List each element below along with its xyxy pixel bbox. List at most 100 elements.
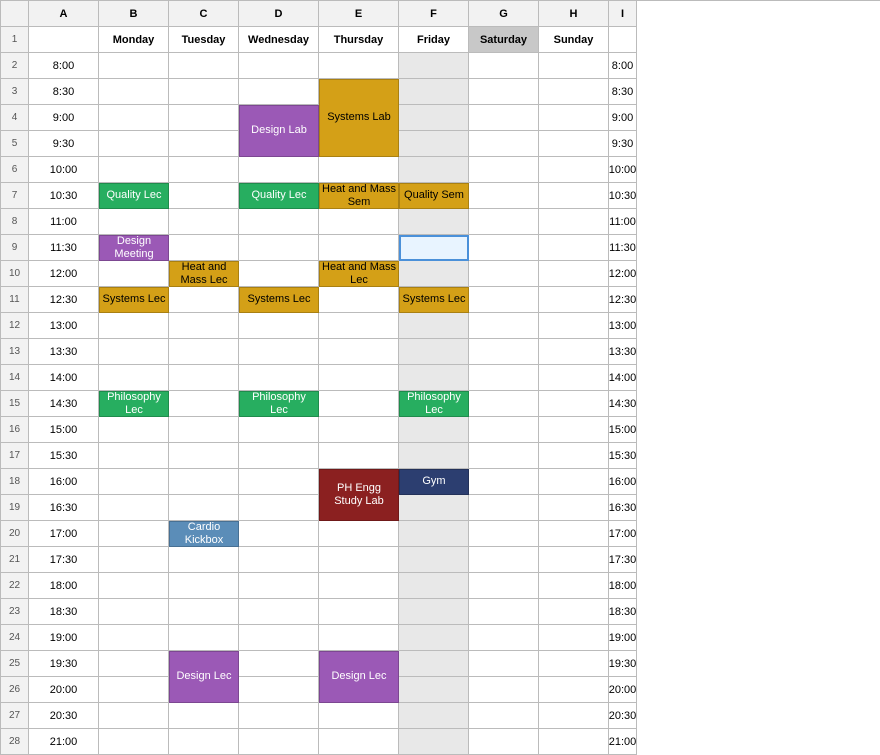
cell-H6[interactable]	[469, 157, 539, 183]
cell-I10[interactable]	[539, 261, 609, 287]
cell-G20[interactable]	[399, 521, 469, 547]
cell-D5[interactable]	[169, 131, 239, 157]
cell-I22[interactable]	[539, 573, 609, 599]
cell-I19[interactable]	[539, 495, 609, 521]
cell-H8[interactable]	[469, 209, 539, 235]
cell-H13[interactable]	[469, 339, 539, 365]
cell-E18[interactable]	[239, 469, 319, 495]
cell-H26[interactable]	[469, 677, 539, 703]
cell-E26[interactable]	[239, 677, 319, 703]
cell-H10[interactable]	[469, 261, 539, 287]
cell-D15[interactable]	[169, 391, 239, 417]
cell-H14[interactable]	[469, 365, 539, 391]
cell-D19[interactable]	[169, 495, 239, 521]
event-heat-and-mass-sem-E[interactable]: Heat and Mass Sem	[319, 183, 399, 209]
cell-C23[interactable]	[99, 599, 169, 625]
cell-G21[interactable]	[399, 547, 469, 573]
cell-I7[interactable]	[539, 183, 609, 209]
cell-G26[interactable]	[399, 677, 469, 703]
cell-D2[interactable]	[169, 53, 239, 79]
cell-C27[interactable]	[99, 703, 169, 729]
cell-G2[interactable]	[399, 53, 469, 79]
cell-D4[interactable]	[169, 105, 239, 131]
cell-H27[interactable]	[469, 703, 539, 729]
cell-F22[interactable]	[319, 573, 399, 599]
cell-G27[interactable]	[399, 703, 469, 729]
cell-I12[interactable]	[539, 313, 609, 339]
event-heat-and-mass-lec-E[interactable]: Heat and Mass Lec	[319, 261, 399, 287]
cell-E3[interactable]	[239, 79, 319, 105]
cell-I24[interactable]	[539, 625, 609, 651]
cell-D3[interactable]	[169, 79, 239, 105]
cell-C5[interactable]	[99, 131, 169, 157]
cell-G22[interactable]	[399, 573, 469, 599]
cell-E10[interactable]	[239, 261, 319, 287]
cell-H18[interactable]	[469, 469, 539, 495]
cell-I26[interactable]	[539, 677, 609, 703]
cell-G9[interactable]	[399, 235, 469, 261]
cell-H11[interactable]	[469, 287, 539, 313]
cell-I2[interactable]	[539, 53, 609, 79]
event-philosophy-lec-D[interactable]: Philosophy Lec	[239, 391, 319, 417]
cell-G25[interactable]	[399, 651, 469, 677]
cell-C12[interactable]	[99, 313, 169, 339]
cell-C16[interactable]	[99, 417, 169, 443]
cell-H21[interactable]	[469, 547, 539, 573]
cell-G13[interactable]	[399, 339, 469, 365]
cell-C25[interactable]	[99, 651, 169, 677]
cell-C6[interactable]	[99, 157, 169, 183]
event-systems-lab-E[interactable]: Systems Lab	[319, 79, 399, 157]
cell-E23[interactable]	[239, 599, 319, 625]
cell-D23[interactable]	[169, 599, 239, 625]
cell-C2[interactable]	[99, 53, 169, 79]
cell-I16[interactable]	[539, 417, 609, 443]
cell-G3[interactable]	[399, 79, 469, 105]
cell-G28[interactable]	[399, 729, 469, 755]
cell-D24[interactable]	[169, 625, 239, 651]
cell-G17[interactable]	[399, 443, 469, 469]
event-gym-F[interactable]: Gym	[399, 469, 469, 495]
cell-H17[interactable]	[469, 443, 539, 469]
cell-D12[interactable]	[169, 313, 239, 339]
cell-G24[interactable]	[399, 625, 469, 651]
event-quality-sem-F[interactable]: Quality Sem	[399, 183, 469, 209]
cell-I21[interactable]	[539, 547, 609, 573]
cell-D21[interactable]	[169, 547, 239, 573]
cell-H9[interactable]	[469, 235, 539, 261]
cell-C19[interactable]	[99, 495, 169, 521]
cell-H20[interactable]	[469, 521, 539, 547]
cell-I25[interactable]	[539, 651, 609, 677]
cell-F11[interactable]	[319, 287, 399, 313]
cell-E25[interactable]	[239, 651, 319, 677]
event-design-lec-C[interactable]: Design Lec	[169, 651, 239, 703]
cell-G14[interactable]	[399, 365, 469, 391]
cell-F23[interactable]	[319, 599, 399, 625]
cell-E6[interactable]	[239, 157, 319, 183]
cell-E16[interactable]	[239, 417, 319, 443]
cell-F21[interactable]	[319, 547, 399, 573]
cell-E12[interactable]	[239, 313, 319, 339]
cell-H23[interactable]	[469, 599, 539, 625]
event-design-lab-D[interactable]: Design Lab	[239, 105, 319, 157]
event-ph-engg-study-lab-E[interactable]: PH Engg Study Lab	[319, 469, 399, 521]
cell-C24[interactable]	[99, 625, 169, 651]
cell-F2[interactable]	[319, 53, 399, 79]
cell-I23[interactable]	[539, 599, 609, 625]
cell-E17[interactable]	[239, 443, 319, 469]
cell-C26[interactable]	[99, 677, 169, 703]
cell-I17[interactable]	[539, 443, 609, 469]
cell-F14[interactable]	[319, 365, 399, 391]
cell-C3[interactable]	[99, 79, 169, 105]
cell-I15[interactable]	[539, 391, 609, 417]
cell-H22[interactable]	[469, 573, 539, 599]
cell-H15[interactable]	[469, 391, 539, 417]
cell-C4[interactable]	[99, 105, 169, 131]
event-heat-and-mass-lec-C[interactable]: Heat and Mass Lec	[169, 261, 239, 287]
cell-I20[interactable]	[539, 521, 609, 547]
cell-D9[interactable]	[169, 235, 239, 261]
cell-H19[interactable]	[469, 495, 539, 521]
cell-I3[interactable]	[539, 79, 609, 105]
cell-I14[interactable]	[539, 365, 609, 391]
cell-I18[interactable]	[539, 469, 609, 495]
cell-E9[interactable]	[239, 235, 319, 261]
